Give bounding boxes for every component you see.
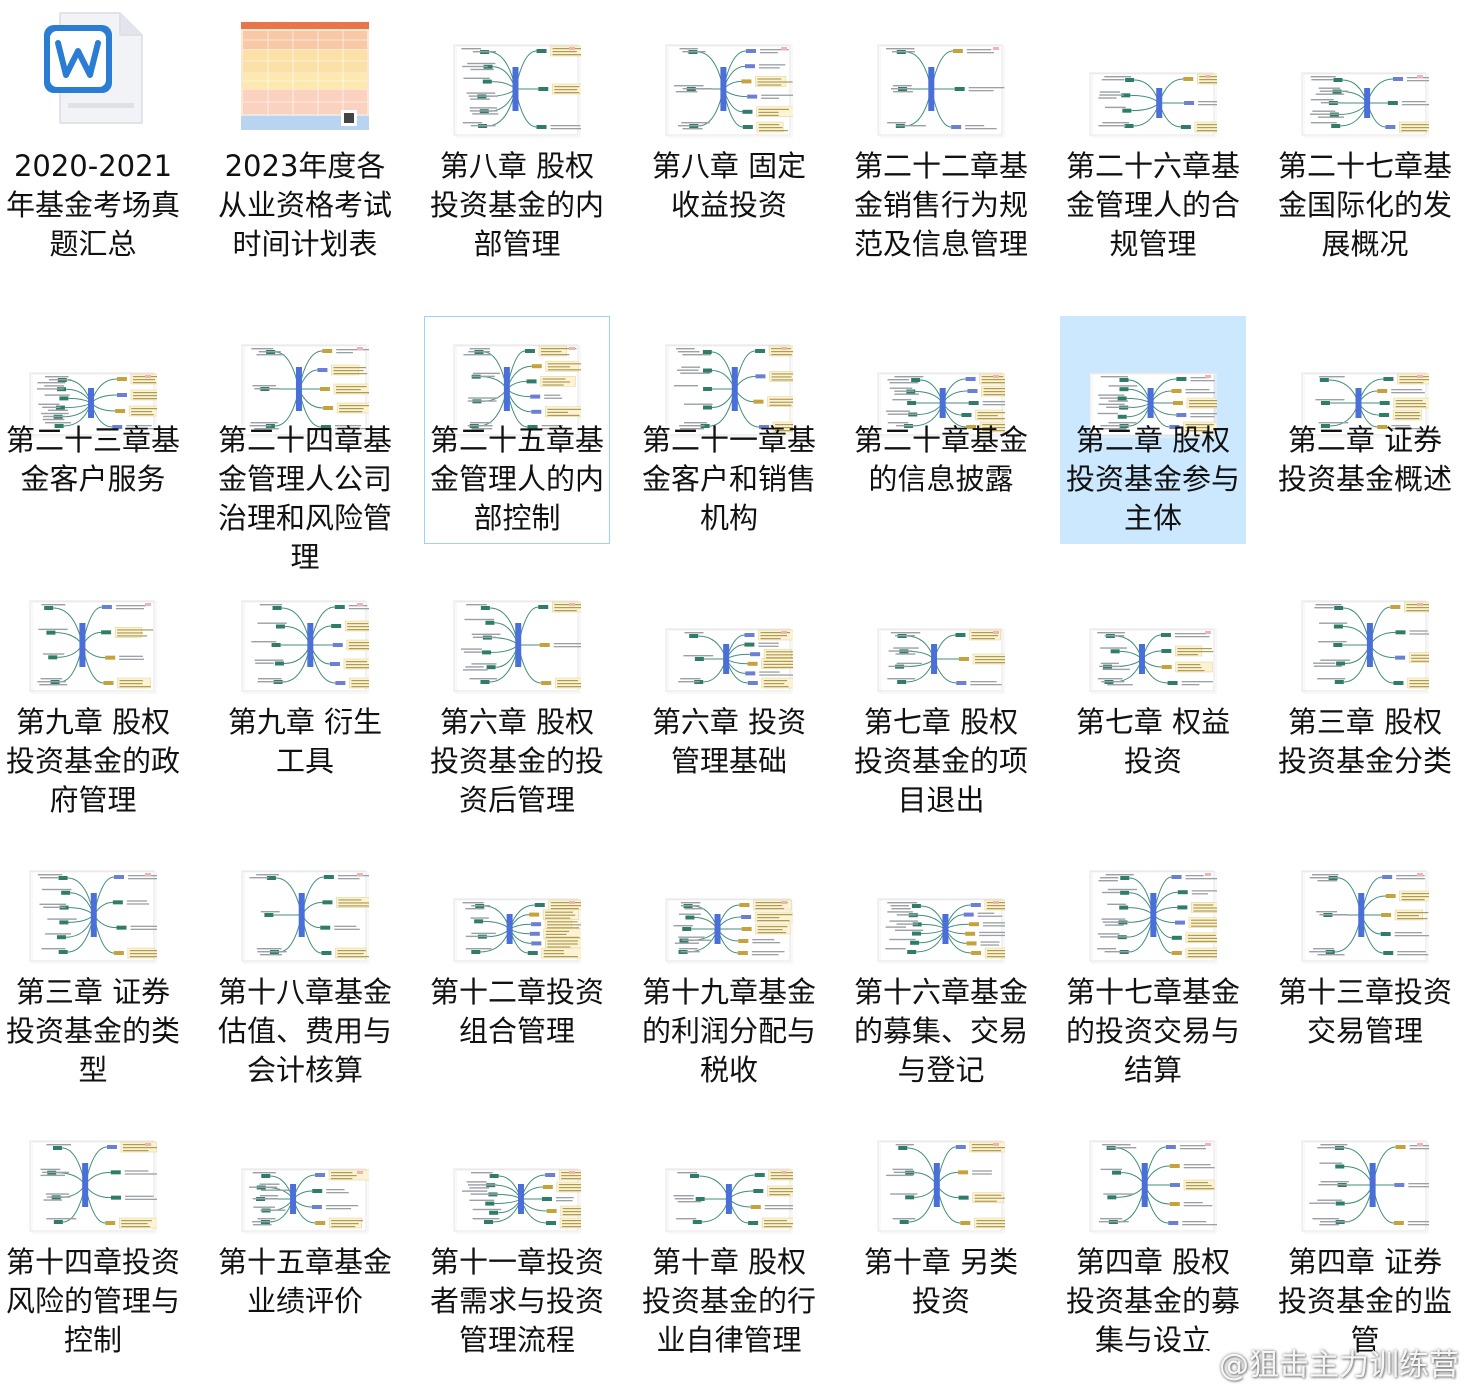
file-name-label: 第六章 投资管理基础 <box>651 705 807 778</box>
file-name-label: 第六章 股权投资基金的投资后管理 <box>429 705 604 817</box>
file-item[interactable]: 第十二章投资组合管理 <box>424 842 610 1102</box>
file-item[interactable]: 第八章 固定收益投资 <box>636 16 822 296</box>
file-name-label: 第三章 股权投资基金分类 <box>1277 705 1452 778</box>
file-name-label: 第十八章基金估值、费用与会计核算 <box>217 975 392 1087</box>
mindmap-thumbnail-icon <box>637 573 821 698</box>
file-item[interactable]: 第七章 权益投资 <box>1060 572 1246 832</box>
mindmap-thumbnail-icon <box>213 843 397 968</box>
file-item[interactable]: 2020-2021年基金考场真题汇总 <box>0 12 186 296</box>
file-item[interactable]: 第二章 股权投资基金参与主体 <box>1060 316 1246 544</box>
file-item[interactable]: 第十一章投资者需求与投资管理流程 <box>424 1112 610 1374</box>
file-item[interactable]: 第十三章投资交易管理 <box>1272 842 1458 1102</box>
file-name-label: 第二章 股权投资基金参与主体 <box>1065 423 1240 535</box>
file-name-label: 第二十三章基金客户服务 <box>5 423 180 496</box>
mindmap-thumbnail-icon <box>849 17 1033 142</box>
file-name-label: 第七章 股权投资基金的项目退出 <box>853 705 1028 817</box>
file-item[interactable]: 第九章 股权投资基金的政府管理 <box>0 572 186 832</box>
mindmap-thumbnail-icon <box>1 573 185 698</box>
file-item[interactable]: 第二章 证券投资基金概述 <box>1272 316 1458 544</box>
file-item[interactable]: 第六章 股权投资基金的投资后管理 <box>424 572 610 832</box>
mindmap-thumbnail-icon <box>425 1113 609 1238</box>
file-name-label: 第二十七章基金国际化的发展概况 <box>1277 149 1452 261</box>
mindmap-thumbnail-icon <box>1061 843 1245 968</box>
mindmap-thumbnail-icon <box>1 1113 185 1238</box>
file-name-label: 第十章 另类投资 <box>863 1245 1019 1318</box>
file-item[interactable]: 第十八章基金估值、费用与会计核算 <box>212 842 398 1102</box>
word-document-icon <box>1 12 185 142</box>
file-name-label: 第九章 股权投资基金的政府管理 <box>5 705 180 817</box>
mindmap-thumbnail-icon <box>425 573 609 698</box>
file-item[interactable]: 第十章 另类投资 <box>848 1112 1034 1374</box>
mindmap-thumbnail-icon <box>1061 17 1245 142</box>
file-name-label: 第二十六章基金管理人的合规管理 <box>1065 149 1240 261</box>
spreadsheet-thumbnail-icon <box>213 17 397 142</box>
mindmap-thumbnail-icon <box>1061 1113 1245 1238</box>
file-item[interactable]: 第二十三章基金客户服务 <box>0 316 186 544</box>
file-item[interactable]: 第三章 股权投资基金分类 <box>1272 572 1458 832</box>
file-item[interactable]: 第十章 股权投资基金的行业自律管理 <box>636 1112 822 1374</box>
file-name-label: 第三章 证券投资基金的类型 <box>5 975 180 1087</box>
mindmap-thumbnail-icon <box>637 843 821 968</box>
mindmap-thumbnail-icon <box>425 843 609 968</box>
file-name-label: 2023年度各从业资格考试时间计划表 <box>217 149 392 261</box>
mindmap-thumbnail-icon <box>213 1113 397 1238</box>
file-name-label: 第八章 固定收益投资 <box>651 149 807 222</box>
file-item[interactable]: 第二十七章基金国际化的发展概况 <box>1272 16 1458 296</box>
file-item[interactable]: 第十四章投资风险的管理与控制 <box>0 1112 186 1374</box>
file-name-label: 2020-2021年基金考场真题汇总 <box>5 149 180 261</box>
mindmap-thumbnail-icon <box>213 573 397 698</box>
file-name-label: 第二十章基金的信息披露 <box>853 423 1028 496</box>
file-name-label: 第十一章投资者需求与投资管理流程 <box>429 1245 604 1357</box>
file-name-label: 第二十五章基金管理人的内部控制 <box>429 423 604 535</box>
mindmap-thumbnail-icon <box>1273 573 1457 698</box>
file-name-label: 第二十二章基金销售行为规范及信息管理 <box>853 149 1028 261</box>
mindmap-thumbnail-icon <box>1273 17 1457 142</box>
file-name-label: 第二章 证券投资基金概述 <box>1277 423 1452 496</box>
mindmap-thumbnail-icon <box>1273 1113 1457 1238</box>
file-item[interactable]: 第十七章基金的投资交易与结算 <box>1060 842 1246 1102</box>
file-name-label: 第九章 衍生工具 <box>227 705 383 778</box>
file-name-label: 第十五章基金业绩评价 <box>217 1245 392 1318</box>
file-item[interactable]: 第十九章基金的利润分配与税收 <box>636 842 822 1102</box>
file-name-label: 第四章 股权投资基金的募集与设立 <box>1065 1245 1240 1357</box>
file-item[interactable]: 第十五章基金业绩评价 <box>212 1112 398 1374</box>
file-name-label: 第七章 权益投资 <box>1075 705 1231 778</box>
file-name-label: 第十三章投资交易管理 <box>1277 975 1452 1048</box>
file-name-label: 第十章 股权投资基金的行业自律管理 <box>641 1245 816 1357</box>
file-name-label: 第十二章投资组合管理 <box>429 975 604 1048</box>
file-name-label: 第二十四章基金管理人公司治理和风险管理 <box>217 423 392 574</box>
file-item[interactable]: 第二十二章基金销售行为规范及信息管理 <box>848 16 1034 296</box>
file-item[interactable]: 第六章 投资管理基础 <box>636 572 822 832</box>
file-name-label: 第十四章投资风险的管理与控制 <box>5 1245 180 1357</box>
file-item[interactable]: 第二十章基金的信息披露 <box>848 316 1034 544</box>
file-item[interactable]: 第四章 证券投资基金的监管 <box>1272 1112 1458 1374</box>
file-item[interactable]: 第九章 衍生工具 <box>212 572 398 832</box>
file-name-label: 第八章 股权投资基金的内部管理 <box>429 149 604 261</box>
file-name-label: 第十九章基金的利润分配与税收 <box>641 975 816 1087</box>
file-name-label: 第十六章基金的募集、交易与登记 <box>853 975 1028 1087</box>
mindmap-thumbnail-icon <box>637 1113 821 1238</box>
file-item[interactable]: 第十六章基金的募集、交易与登记 <box>848 842 1034 1102</box>
mindmap-thumbnail-icon <box>425 17 609 142</box>
file-item[interactable]: 第八章 股权投资基金的内部管理 <box>424 16 610 296</box>
file-item[interactable]: 第四章 股权投资基金的募集与设立 <box>1060 1112 1246 1374</box>
file-grid: 2020-2021年基金考场真题汇总 2023年度各从业资格考试时间计划表 第八章 … <box>0 0 1473 1392</box>
mindmap-thumbnail-icon <box>849 573 1033 698</box>
mindmap-thumbnail-icon <box>637 17 821 142</box>
file-name-label: 第十七章基金的投资交易与结算 <box>1065 975 1240 1087</box>
mindmap-thumbnail-icon <box>849 843 1033 968</box>
file-item[interactable]: 第七章 股权投资基金的项目退出 <box>848 572 1034 832</box>
file-item[interactable]: 第二十一章基金客户和销售机构 <box>636 316 822 544</box>
file-item[interactable]: 第二十五章基金管理人的内部控制 <box>424 316 610 544</box>
mindmap-thumbnail-icon <box>1273 843 1457 968</box>
file-item[interactable]: 第二十六章基金管理人的合规管理 <box>1060 16 1246 296</box>
file-name-label: 第二十一章基金客户和销售机构 <box>641 423 816 535</box>
mindmap-thumbnail-icon <box>1 843 185 968</box>
mindmap-thumbnail-icon <box>1061 573 1245 698</box>
file-item[interactable]: 第二十四章基金管理人公司治理和风险管理 <box>212 316 398 574</box>
file-item[interactable]: 2023年度各从业资格考试时间计划表 <box>212 16 398 296</box>
mindmap-thumbnail-icon <box>849 1113 1033 1238</box>
file-item[interactable]: 第三章 证券投资基金的类型 <box>0 842 186 1102</box>
file-name-label: 第四章 证券投资基金的监管 <box>1277 1245 1452 1357</box>
